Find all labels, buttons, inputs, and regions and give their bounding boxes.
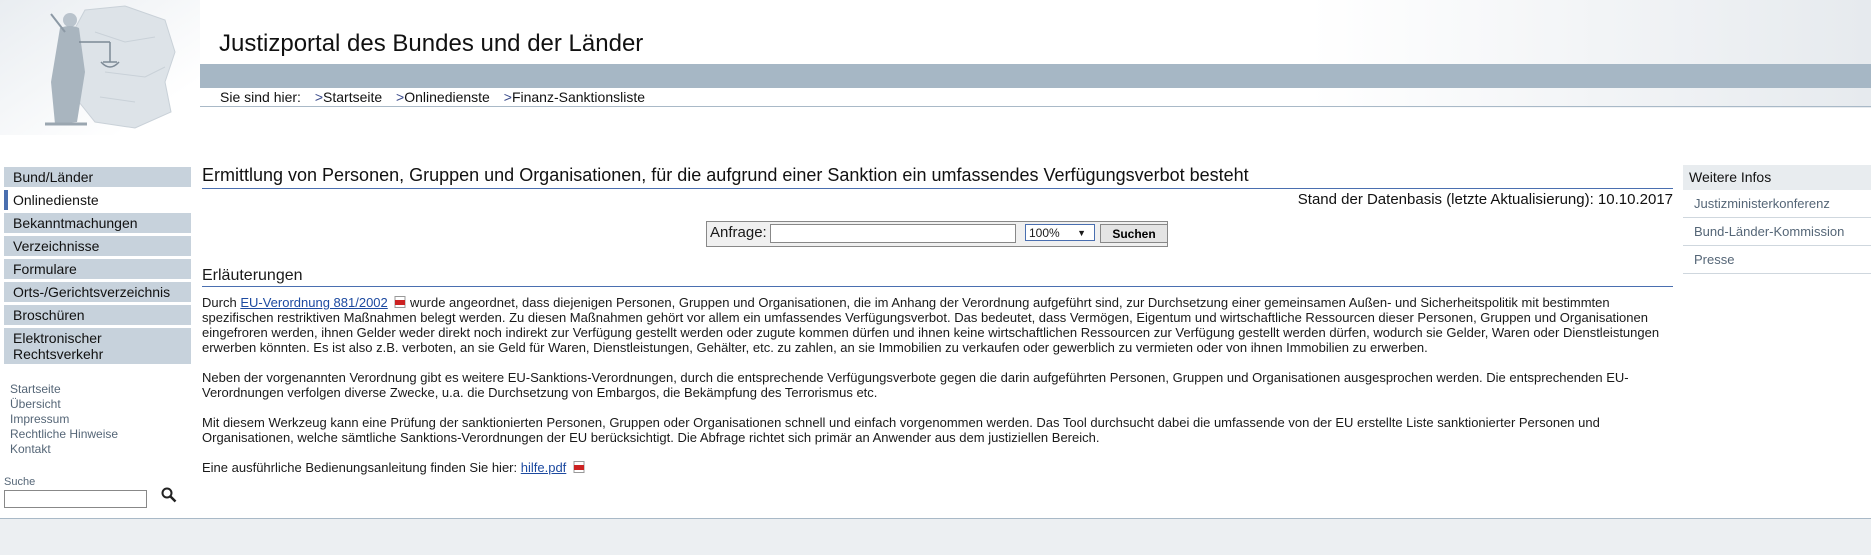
page-title: Ermittlung von Personen, Gruppen und Org… [202,165,1673,189]
further-info-box: Weitere Infos Justizministerkonferenz Bu… [1683,165,1871,274]
pdf-icon [394,296,406,308]
nav-item-onlinedienste[interactable]: Onlinedienste [4,190,191,210]
meta-link-kontakt[interactable]: Kontakt [10,442,118,457]
paragraph-2: Neben der vorgenannten Verordnung gibt e… [202,370,1629,400]
header-band [178,64,1871,88]
query-input[interactable] [770,224,1016,243]
breadcrumb-item-startseite[interactable]: >Startseite [315,89,382,105]
left-navigation: Bund/Länder Onlinedienste Bekanntmachung… [4,167,191,367]
dropdown-arrow-icon: ▼ [1077,228,1086,238]
breadcrumb-item-finanz-sanktionsliste[interactable]: >Finanz-Sanktionsliste [504,89,645,105]
site-title: Justizportal des Bundes und der Länder [219,30,644,57]
database-status: Stand der Datenbasis (letzte Aktualisier… [1297,191,1673,208]
site-search-input[interactable] [4,490,147,508]
query-label: Anfrage: [710,224,767,241]
breadcrumb: Sie sind hier: >Startseite >Onlinedienst… [220,88,645,106]
footer [0,519,1871,555]
paragraph-1: Durch EU-Verordnung 881/2002 wurde angeo… [202,295,1660,355]
nav-item-orts-gerichtsverzeichnis[interactable]: Orts-/Gerichtsverzeichnis [4,282,191,302]
search-button[interactable]: Suchen [1100,224,1168,243]
nav-item-verzeichnisse[interactable]: Verzeichnisse [4,236,191,256]
zoom-value: 100% [1029,226,1060,240]
nav-item-elektronischer-rechtsverkehr[interactable]: Elektronischer Rechtsverkehr [4,328,191,364]
nav-item-bekanntmachungen[interactable]: Bekanntmachungen [4,213,191,233]
section-title: Erläuterungen [202,267,1673,287]
nav-item-formulare[interactable]: Formulare [4,259,191,279]
meta-link-uebersicht[interactable]: Übersicht [10,397,118,412]
query-form: Anfrage: 100% ▼ Suchen [706,221,1168,247]
site-search-label: Suche [4,476,36,488]
logo[interactable] [0,0,200,135]
link-bund-laender-kommission[interactable]: Bund-Länder-Kommission [1683,218,1871,246]
link-justizministerkonferenz[interactable]: Justizministerkonferenz [1683,190,1871,218]
paragraph-4: Eine ausführliche Bedienungsanleitung fi… [202,460,1673,475]
main-content: Ermittlung von Personen, Gruppen und Org… [202,165,1673,475]
justitia-logo-icon [45,5,176,129]
paragraph-3: Mit diesem Werkzeug kann eine Prüfung de… [202,415,1600,445]
explanation-text: Durch EU-Verordnung 881/2002 wurde angeo… [202,295,1673,490]
meta-link-impressum[interactable]: Impressum [10,412,118,427]
meta-link-rechtliche-hinweise[interactable]: Rechtliche Hinweise [10,427,118,442]
meta-navigation: Startseite Übersicht Impressum Rechtlich… [10,382,118,457]
further-info-title: Weitere Infos [1683,165,1871,190]
meta-link-startseite[interactable]: Startseite [10,382,118,397]
link-presse[interactable]: Presse [1683,246,1871,274]
breadcrumb-item-onlinedienste[interactable]: >Onlinedienste [396,89,490,105]
zoom-select[interactable]: 100% ▼ [1025,224,1095,241]
magnifier-icon[interactable] [160,486,178,504]
pdf-icon [573,461,585,473]
nav-item-bund-laender[interactable]: Bund/Länder [4,167,191,187]
eu-regulation-link[interactable]: EU-Verordnung 881/2002 [240,295,387,310]
help-pdf-link[interactable]: hilfe.pdf [521,460,567,475]
header-divider [178,106,1871,107]
nav-item-broschueren[interactable]: Broschüren [4,305,191,325]
breadcrumb-prefix: Sie sind hier: [220,89,301,105]
